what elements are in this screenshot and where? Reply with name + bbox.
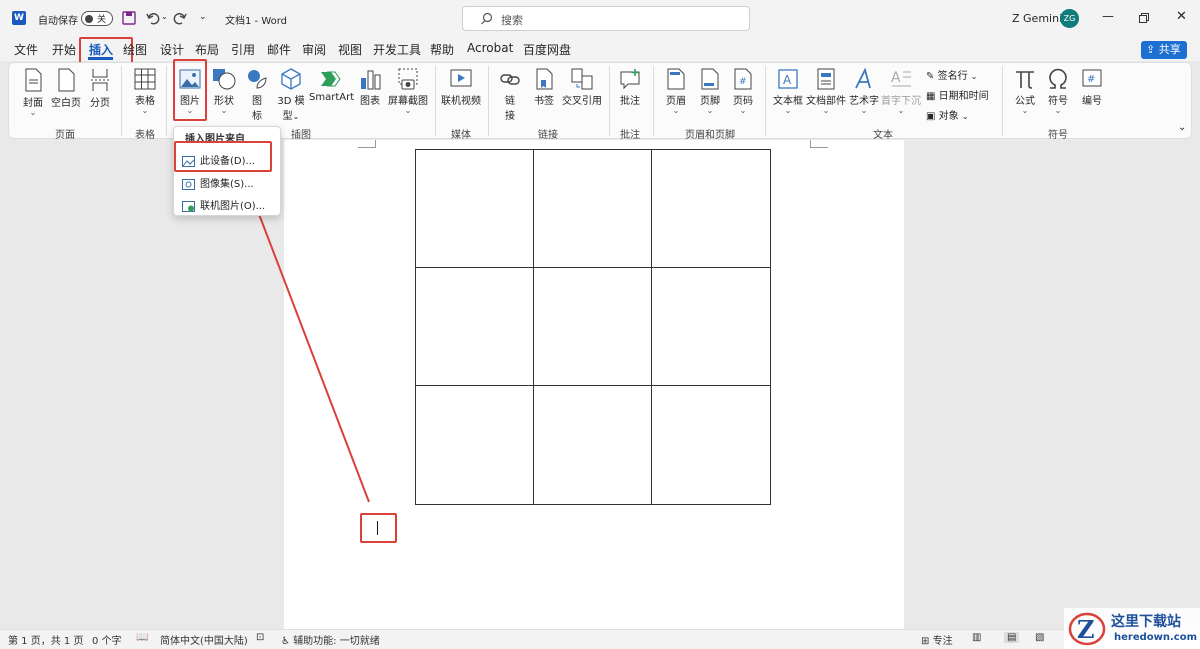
language[interactable]: 简体中文(中国大陆) [160,632,248,647]
menu-item-label: 联机图片(O)... [200,201,266,212]
menu-item-label: 图像集(S)... [200,179,254,190]
highlight-this-device [174,141,272,172]
watermark-domain: heredown.com [1114,632,1198,643]
page-count[interactable]: 第 1 页，共 1 页 [8,632,83,647]
focus-mode-button[interactable]: ⊞ 专注 [921,632,953,647]
site-watermark: Z 这里下载站 heredown.com [1064,608,1200,649]
word-count[interactable]: 0 个字 [92,632,122,647]
annotation-arrow [242,176,370,503]
accessibility-icon: ♿ [281,636,290,647]
watermark-site-name: 这里下载站 [1111,614,1181,630]
focus-icon: ⊞ [921,636,930,647]
print-layout-icon[interactable]: ▤ [1004,632,1020,643]
online-pictures-icon [182,200,195,212]
proofing-icon[interactable]: 📖 [136,632,148,643]
menu-item-online-pictures[interactable]: 联机图片(O)... [182,197,265,212]
accessibility-label: 辅助功能: 一切就绪 [293,636,380,647]
watermark-logo-icon: Z [1068,612,1106,646]
focus-label: 专注 [932,636,953,647]
web-layout-icon[interactable]: ▧ [1035,632,1044,643]
macro-icon[interactable]: ⊡ [256,632,264,643]
menu-item-stock-images[interactable]: 图像集(S)... [182,175,254,190]
accessibility-status[interactable]: ♿ 辅助功能: 一切就绪 [281,632,380,647]
stock-images-icon [182,178,195,190]
svg-text:Z: Z [1077,615,1095,644]
read-mode-icon[interactable]: ▥ [972,632,981,643]
